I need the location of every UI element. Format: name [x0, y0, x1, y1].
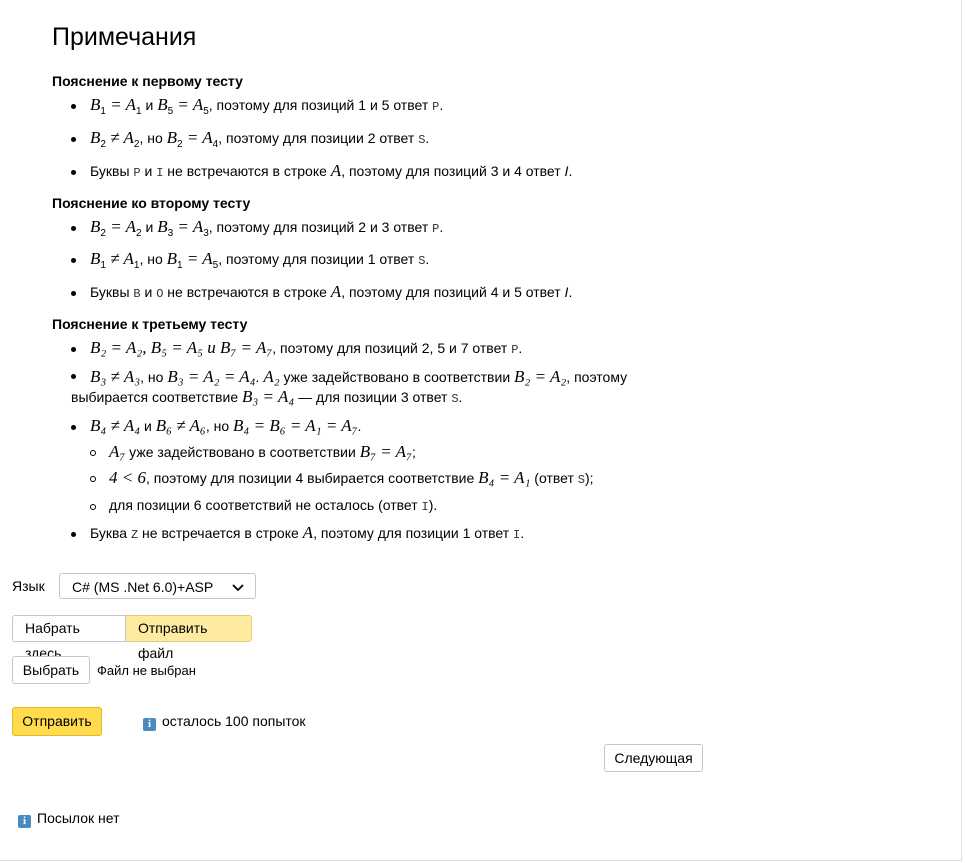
next-button[interactable]: Следующая [604, 744, 703, 772]
chevron-down-icon [232, 584, 244, 592]
section-heading: Пояснение ко второму тесту [52, 194, 251, 211]
section-heading: Пояснение к первому тесту [52, 73, 243, 89]
list-item: Буквы P и I не встречаются в строке A, п… [52, 158, 692, 186]
tab-type-here[interactable]: Набрать здесь [12, 615, 126, 661]
sub-list-item: для позиции 6 соответствий не осталось (… [71, 493, 692, 520]
choose-file-button[interactable]: Выбрать [12, 656, 90, 684]
list-item: B2 = A2 и B3 = A3, поэтому для позиций 2… [52, 214, 692, 247]
page-title: Примечания [52, 23, 197, 51]
language-label: Язык [12, 578, 45, 594]
info-icon: i [18, 815, 31, 828]
submit-button[interactable]: Отправить [12, 707, 102, 736]
language-select[interactable]: C# (MS .Net 6.0)+ASP [59, 573, 256, 599]
list-item: Буквы B и O не встречаются в строке A, п… [52, 279, 692, 307]
info-icon: i [143, 718, 156, 731]
list-item: B₂ = A₂, B₅ = A₅ и B₇ = A₇, поэтому для … [52, 335, 692, 363]
submissions-info: i Посылок нет [18, 810, 120, 828]
attempts-text: осталось 100 попыток [162, 713, 306, 729]
attempts-info: i осталось 100 попыток [143, 713, 306, 731]
notes-section: Пояснение к первому тесту B1 = A1 и B5 =… [52, 70, 692, 554]
no-submissions-text: Посылок нет [37, 810, 120, 826]
language-select-value: C# (MS .Net 6.0)+ASP [72, 579, 214, 595]
file-status: Файл не выбран [97, 663, 196, 678]
sub-list: A₇ уже задействовано в соответствии B₇ =… [90, 439, 692, 520]
list-item: B₃ ≠ A₃, но B₃ = A₂ = A₄. A₂ уже задейст… [52, 363, 692, 413]
section-list: B2 = A2 и B3 = A3, поэтому для позиций 2… [52, 214, 692, 314]
section-heading: Пояснение к третьему тесту [52, 316, 248, 333]
sub-list-item: 4 < 6, поэтому для позиции 4 выбирается … [71, 465, 692, 493]
section-list: B₂ = A₂, B₅ = A₅ и B₇ = A₇, поэтому для … [52, 335, 692, 554]
list-item: B1 ≠ A1, но B1 = A5, поэтому для позиции… [52, 246, 692, 279]
list-item: Буква Z не встречается в строке A, поэто… [52, 520, 692, 548]
tab-send-file[interactable]: Отправить файл [126, 615, 252, 661]
submit-mode-tabs: Набрать здесь Отправить файл [12, 615, 252, 661]
list-item: B₄ ≠ A₄ и B₆ ≠ A₆, но B₄ = B₆ = A₁ = A₇.… [52, 413, 692, 520]
sub-list-item: A₇ уже задействовано в соответствии B₇ =… [71, 439, 692, 465]
list-item: B1 = A1 и B5 = A5, поэтому для позиций 1… [52, 92, 692, 125]
section-list: B1 = A1 и B5 = A5, поэтому для позиций 1… [52, 92, 692, 192]
list-item: B2 ≠ A2, но B2 = A4, поэтому для позиции… [52, 125, 692, 158]
